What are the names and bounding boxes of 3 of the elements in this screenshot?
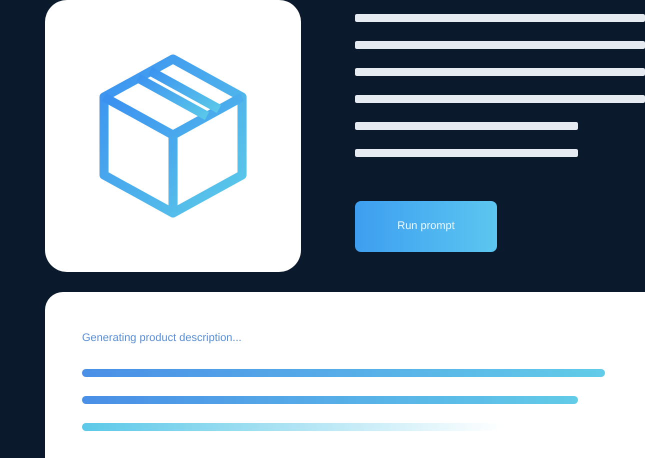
box-icon — [98, 53, 248, 219]
status-text: Generating product description... — [82, 331, 243, 346]
run-button[interactable]: Run prompt — [355, 201, 497, 252]
